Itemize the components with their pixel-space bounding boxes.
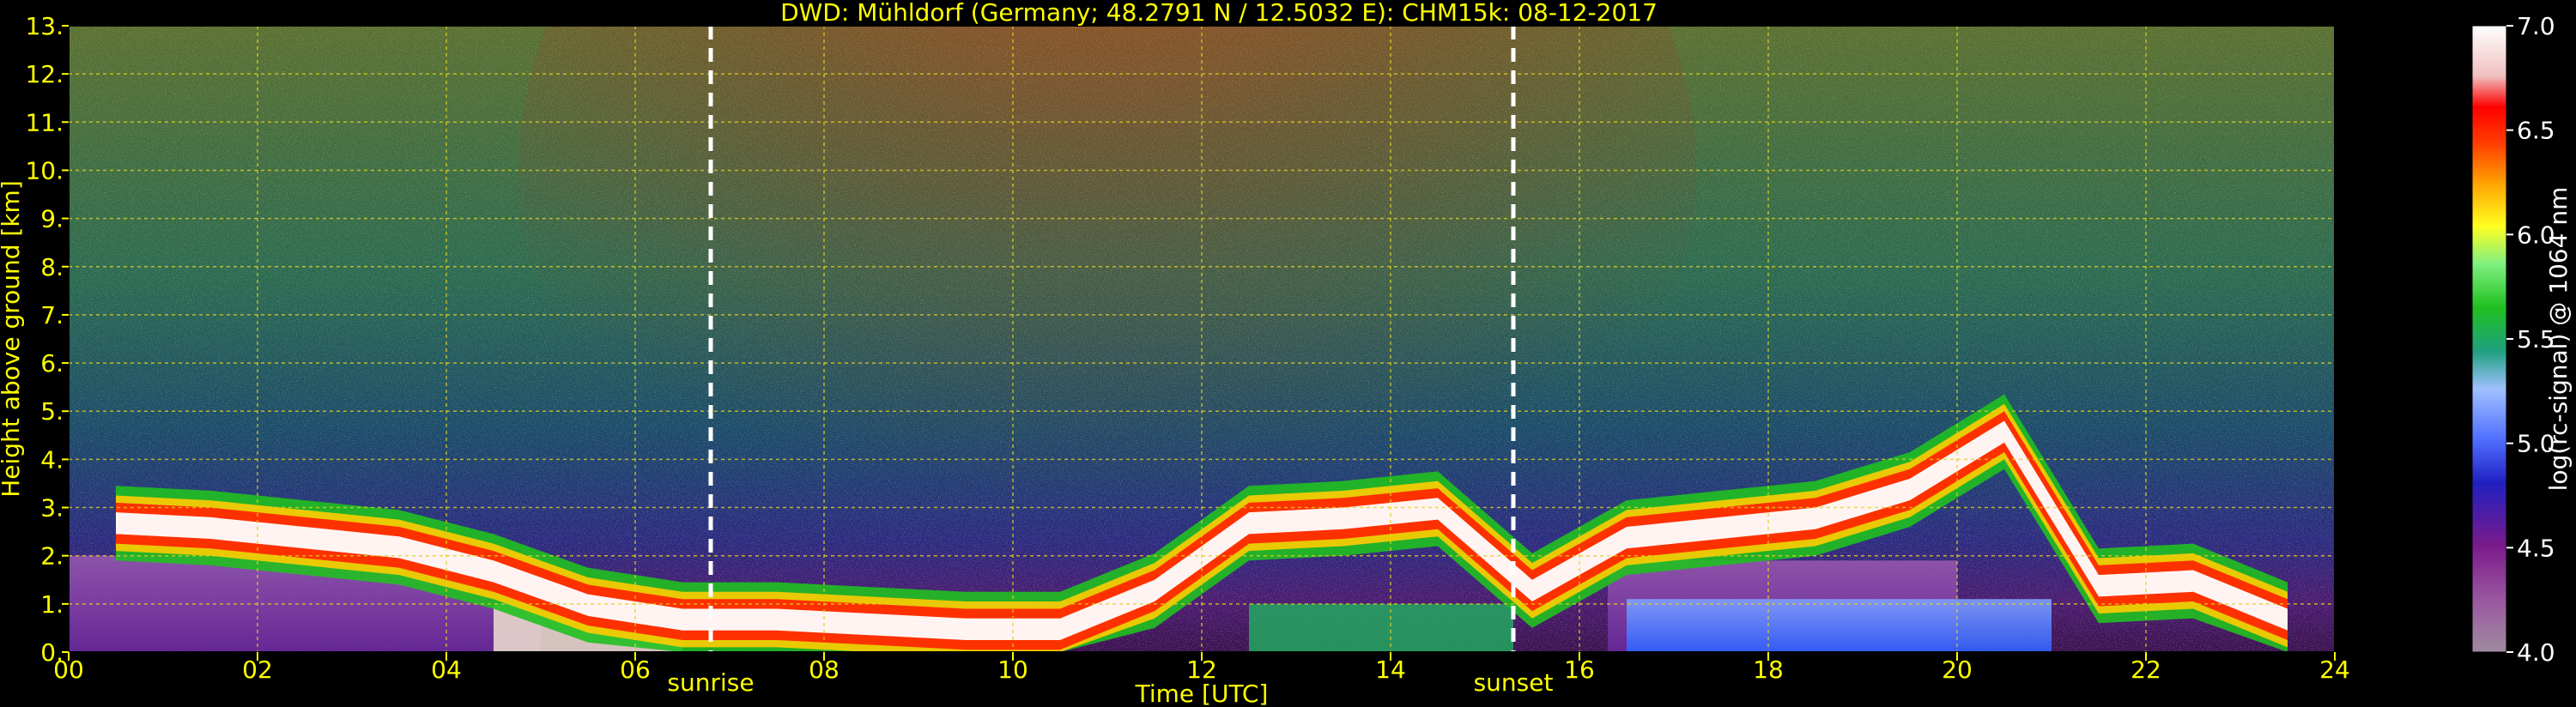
- y-tick-label: 11.: [25, 108, 64, 136]
- chart-title: DWD: Mühldorf (Germany; 48.2791 N / 12.5…: [780, 0, 1658, 27]
- x-tick-label: 14: [1375, 656, 1406, 684]
- x-tick-label: 04: [431, 656, 462, 684]
- x-tick-label: 08: [809, 656, 839, 684]
- x-tick-label: 22: [2131, 656, 2161, 684]
- aerosol-layer-green: [1249, 603, 1513, 652]
- x-tick-label: 18: [1753, 656, 1784, 684]
- colorbar: 4.04.55.05.56.06.57.0 log(rc-signal) @ 1…: [2471, 12, 2573, 667]
- sunset-label: sunset: [1474, 668, 1554, 697]
- x-tick-label: 02: [242, 656, 273, 684]
- y-tick-label: 5.: [40, 397, 64, 426]
- colorbar-tick-label: 4.5: [2517, 534, 2555, 562]
- x-axis-label: Time [UTC]: [1135, 680, 1269, 707]
- colorbar-tick-label: 7.0: [2517, 12, 2555, 40]
- colorbar-tick-label: 6.5: [2517, 117, 2555, 145]
- y-tick-label: 2.: [40, 542, 64, 571]
- y-tick-label: 0.: [40, 638, 64, 667]
- x-tick-label: 20: [1942, 656, 1973, 684]
- y-tick-label: 7.: [40, 301, 64, 329]
- y-tick-label: 13.: [25, 12, 64, 40]
- x-tick-label: 24: [2319, 656, 2350, 684]
- y-tick-label: 10.: [25, 156, 64, 184]
- x-tick-label: 16: [1564, 656, 1595, 684]
- x-tick-label: 10: [997, 656, 1028, 684]
- y-axis-label: Height above ground [km]: [0, 180, 25, 498]
- aerosol-layer-blue: [1627, 599, 2052, 652]
- x-tick-label: 06: [620, 656, 651, 684]
- y-tick-label: 1.: [40, 590, 64, 619]
- y-tick-label: 12.: [25, 60, 64, 88]
- y-tick-label: 9.: [40, 205, 64, 233]
- backscatter-chart: sunrise sunset 00 02 04 06 08 10 12 14 16 18 20 22 24…: [0, 0, 2573, 707]
- y-tick-label: 8.: [40, 253, 64, 281]
- sunrise-label: sunrise: [667, 668, 754, 697]
- colorbar-scale: [2471, 25, 2507, 653]
- y-tick-label: 3.: [40, 494, 64, 523]
- y-tick-label: 6.: [40, 349, 64, 378]
- y-tick-label: 4.: [40, 445, 64, 474]
- colorbar-tick-label: 4.0: [2517, 638, 2555, 667]
- colorbar-label: log(rc-signal) @ 1064 nm: [2544, 187, 2573, 492]
